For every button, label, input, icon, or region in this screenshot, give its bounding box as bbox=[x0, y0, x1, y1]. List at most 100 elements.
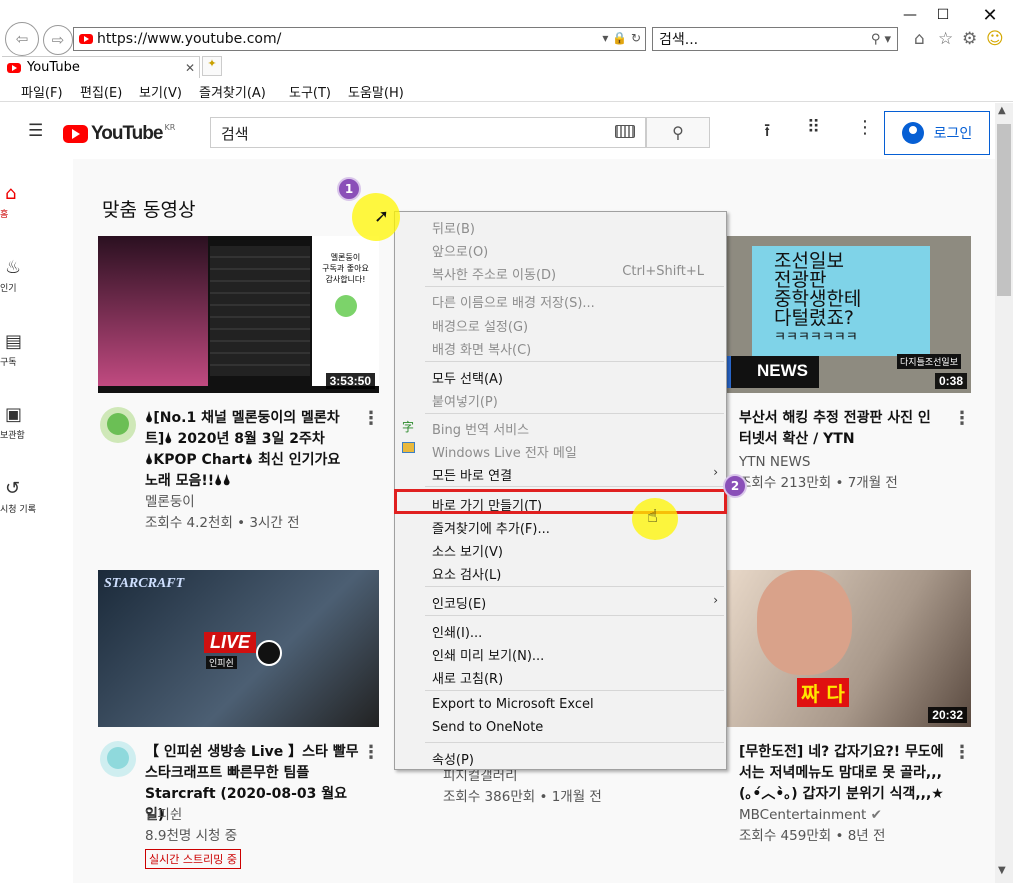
ctx-print-preview[interactable]: 인쇄 미리 보기(N)... bbox=[432, 645, 544, 664]
browser-search-box[interactable]: 검색... ⚲ ▾ bbox=[652, 27, 898, 51]
ctx-bing-translate[interactable]: Bing 번역 서비스 bbox=[432, 419, 529, 438]
channel-name[interactable]: 멜론둥이 bbox=[145, 492, 300, 513]
more-vertical-icon[interactable]: ⋮ bbox=[856, 117, 874, 138]
scrollbar-thumb[interactable] bbox=[997, 124, 1011, 296]
login-button[interactable]: 로그인 bbox=[884, 111, 990, 155]
channel-name[interactable]: 인피쉰 bbox=[145, 805, 237, 826]
close-button[interactable]: ✕ bbox=[975, 4, 1005, 26]
video-title[interactable]: 🌢[No.1 채널 멜론둥이의 멜론차 트]🌢 2020년 8월 3일 2주차 … bbox=[145, 408, 355, 492]
menu-favorites[interactable]: 즐겨찾기(A) bbox=[199, 82, 266, 101]
sidebar-item-subscriptions[interactable]: ▤ 구독 bbox=[0, 331, 60, 368]
home-icon[interactable]: ⌂ bbox=[914, 29, 925, 49]
avatar-art bbox=[107, 747, 129, 769]
ctx-back[interactable]: 뒤로(B) bbox=[432, 218, 475, 237]
video-menu-icon[interactable]: ⋮ bbox=[953, 408, 971, 429]
video-stats: 8.9천명 시청 중 bbox=[145, 828, 238, 844]
ctx-add-favorites[interactable]: 즐겨찾기에 추가(F)... bbox=[432, 518, 550, 537]
thumb-list bbox=[210, 246, 310, 376]
ctx-save-background[interactable]: 다른 이름으로 배경 저장(S)... bbox=[432, 292, 595, 311]
settings-gear-icon[interactable]: ⚙ bbox=[962, 29, 977, 49]
video-menu-icon[interactable]: ⋮ bbox=[362, 408, 380, 429]
channel-avatar[interactable] bbox=[100, 407, 136, 443]
menu-view[interactable]: 보기(V) bbox=[139, 82, 182, 101]
ctx-live-mail[interactable]: Windows Live 전자 메일 bbox=[432, 442, 577, 461]
ctx-view-source[interactable]: 소스 보기(V) bbox=[432, 541, 503, 560]
play-icon bbox=[256, 640, 282, 666]
ctx-copy-background[interactable]: 배경 화면 복사(C) bbox=[432, 339, 531, 358]
lock-refresh-icons[interactable]: ▾ 🔒 ↻ bbox=[602, 31, 641, 45]
ctx-forward[interactable]: 앞으로(O) bbox=[432, 241, 488, 260]
ctx-paste-go[interactable]: 복사한 주소로 이동(D) bbox=[432, 264, 556, 283]
sidebar-item-library[interactable]: ▣ 보관함 bbox=[0, 404, 60, 441]
search-icon[interactable]: ⚲ ▾ bbox=[871, 32, 891, 47]
channel-name[interactable]: YTN NEWS bbox=[739, 452, 898, 473]
mail-icon bbox=[402, 442, 415, 453]
smiley-feedback-icon[interactable]: ☺ bbox=[986, 29, 1004, 49]
video-thumbnail[interactable]: STARCRAFT LIVE 인피쉰 bbox=[98, 570, 379, 727]
news-logo: NEWS bbox=[727, 356, 819, 388]
sidebar-item-trending[interactable]: ♨ 인기 bbox=[0, 257, 60, 294]
maximize-button[interactable]: ☐ bbox=[928, 4, 958, 26]
sidebar-item-history[interactable]: ↺ 시청 기록 bbox=[0, 478, 60, 515]
upload-icon[interactable]: ⭱ bbox=[764, 118, 770, 148]
video-thumbnail[interactable]: 조선일보 전광판 중학생한테 다털렸죠? ㅋㅋㅋㅋㅋㅋㅋ 다지틀조선일보 NEW… bbox=[727, 236, 971, 393]
scroll-up-icon[interactable]: ▲ bbox=[998, 105, 1006, 116]
minimize-button[interactable]: — bbox=[895, 4, 925, 26]
video-stats: 조회수 4.2천회 • 3시간 전 bbox=[145, 515, 300, 531]
ctx-paste[interactable]: 붙여넣기(P) bbox=[432, 391, 498, 410]
sidebar-item-home[interactable]: ⌂ 홈 bbox=[0, 183, 60, 220]
youtube-logo[interactable]: YouTube KR bbox=[63, 123, 175, 145]
title-line: 🌢KPOP Chart🌢 최신 인기가요 bbox=[145, 452, 341, 468]
title-line: 트]🌢 2020년 8월 3일 2주차 bbox=[145, 431, 325, 447]
back-button[interactable]: ⇦ bbox=[5, 22, 39, 56]
ctx-print[interactable]: 인쇄(I)... bbox=[432, 622, 482, 641]
ctx-inspect-element[interactable]: 요소 검사(L) bbox=[432, 564, 501, 583]
video-title[interactable]: [무한도전] 네? 갑자기요?! 무도에 서는 저녁메뉴도 맘대로 못 골라,,… bbox=[739, 742, 954, 805]
tab-youtube[interactable]: YouTube ✕ bbox=[2, 56, 200, 78]
video-title[interactable]: 부산서 해킹 추정 전광판 사진 인 터넷서 확산 / YTN bbox=[739, 408, 949, 450]
ctx-export-excel[interactable]: Export to Microsoft Excel bbox=[432, 697, 594, 712]
video-thumbnail[interactable]: 짜 다 20:32 bbox=[727, 570, 971, 727]
scroll-down-icon[interactable]: ▼ bbox=[998, 865, 1006, 876]
ctx-set-background[interactable]: 배경으로 설정(G) bbox=[432, 316, 528, 335]
tab-title: YouTube bbox=[27, 60, 80, 75]
submenu-arrow-icon: › bbox=[713, 465, 718, 479]
hamburger-menu-icon[interactable]: ☰ bbox=[28, 121, 43, 141]
thumb-board: 조선일보 전광판 중학생한테 다털렸죠? ㅋㅋㅋㅋㅋㅋㅋ bbox=[752, 246, 930, 356]
youtube-search-button[interactable]: ⚲ bbox=[646, 117, 710, 148]
menu-separator bbox=[425, 690, 724, 691]
youtube-search-input[interactable]: 검색 bbox=[210, 117, 646, 148]
new-tab-button[interactable]: ✦ bbox=[202, 56, 222, 76]
address-bar[interactable]: https://www.youtube.com/ ▾ 🔒 ↻ bbox=[73, 27, 646, 51]
title-line: 노래 모음!!🌢🌢 bbox=[145, 473, 231, 489]
menu-edit[interactable]: 편집(E) bbox=[80, 82, 122, 101]
ctx-send-onenote[interactable]: Send to OneNote bbox=[432, 720, 543, 735]
video-menu-icon[interactable]: ⋮ bbox=[362, 742, 380, 763]
menu-help[interactable]: 도움말(H) bbox=[348, 82, 404, 101]
menu-file[interactable]: 파일(F) bbox=[21, 82, 63, 101]
title-line: [무한도전] 네? 갑자기요?! 무도에 bbox=[739, 744, 944, 760]
menu-separator bbox=[425, 361, 724, 362]
step-badge: 1 bbox=[337, 177, 361, 201]
channel-avatar[interactable] bbox=[100, 741, 136, 777]
keyboard-icon[interactable] bbox=[615, 125, 635, 138]
tab-close-icon[interactable]: ✕ bbox=[185, 61, 195, 75]
ctx-select-all[interactable]: 모두 선택(A) bbox=[432, 368, 503, 387]
verified-check-icon: ✔ bbox=[870, 807, 882, 823]
ctx-properties[interactable]: 속성(P) bbox=[432, 749, 474, 768]
menu-separator bbox=[425, 413, 724, 414]
ctx-refresh[interactable]: 새로 고침(R) bbox=[432, 668, 503, 687]
favorites-star-icon[interactable]: ☆ bbox=[938, 29, 953, 49]
forward-button[interactable]: ⇨ bbox=[43, 25, 73, 55]
ctx-all-accelerators[interactable]: 모든 바로 연결 bbox=[432, 465, 512, 484]
video-menu-icon[interactable]: ⋮ bbox=[953, 742, 971, 763]
board-line: 다털렸죠? bbox=[774, 307, 855, 329]
ctx-paste-go-shortcut: Ctrl+Shift+L bbox=[622, 264, 704, 279]
channel-name[interactable]: MBCentertainment ✔ bbox=[739, 805, 885, 826]
apps-grid-icon[interactable]: ⠿ bbox=[807, 117, 820, 138]
caption-banner: 짜 다 bbox=[797, 678, 849, 707]
video-thumbnail[interactable]: 멜론둥이 구독과 좋아요 감사합니다! 3:53:50 bbox=[98, 236, 379, 393]
sidebar-label: 시청 기록 bbox=[0, 505, 36, 515]
ctx-encoding[interactable]: 인코딩(E) bbox=[432, 593, 486, 612]
menu-tools[interactable]: 도구(T) bbox=[289, 82, 331, 101]
